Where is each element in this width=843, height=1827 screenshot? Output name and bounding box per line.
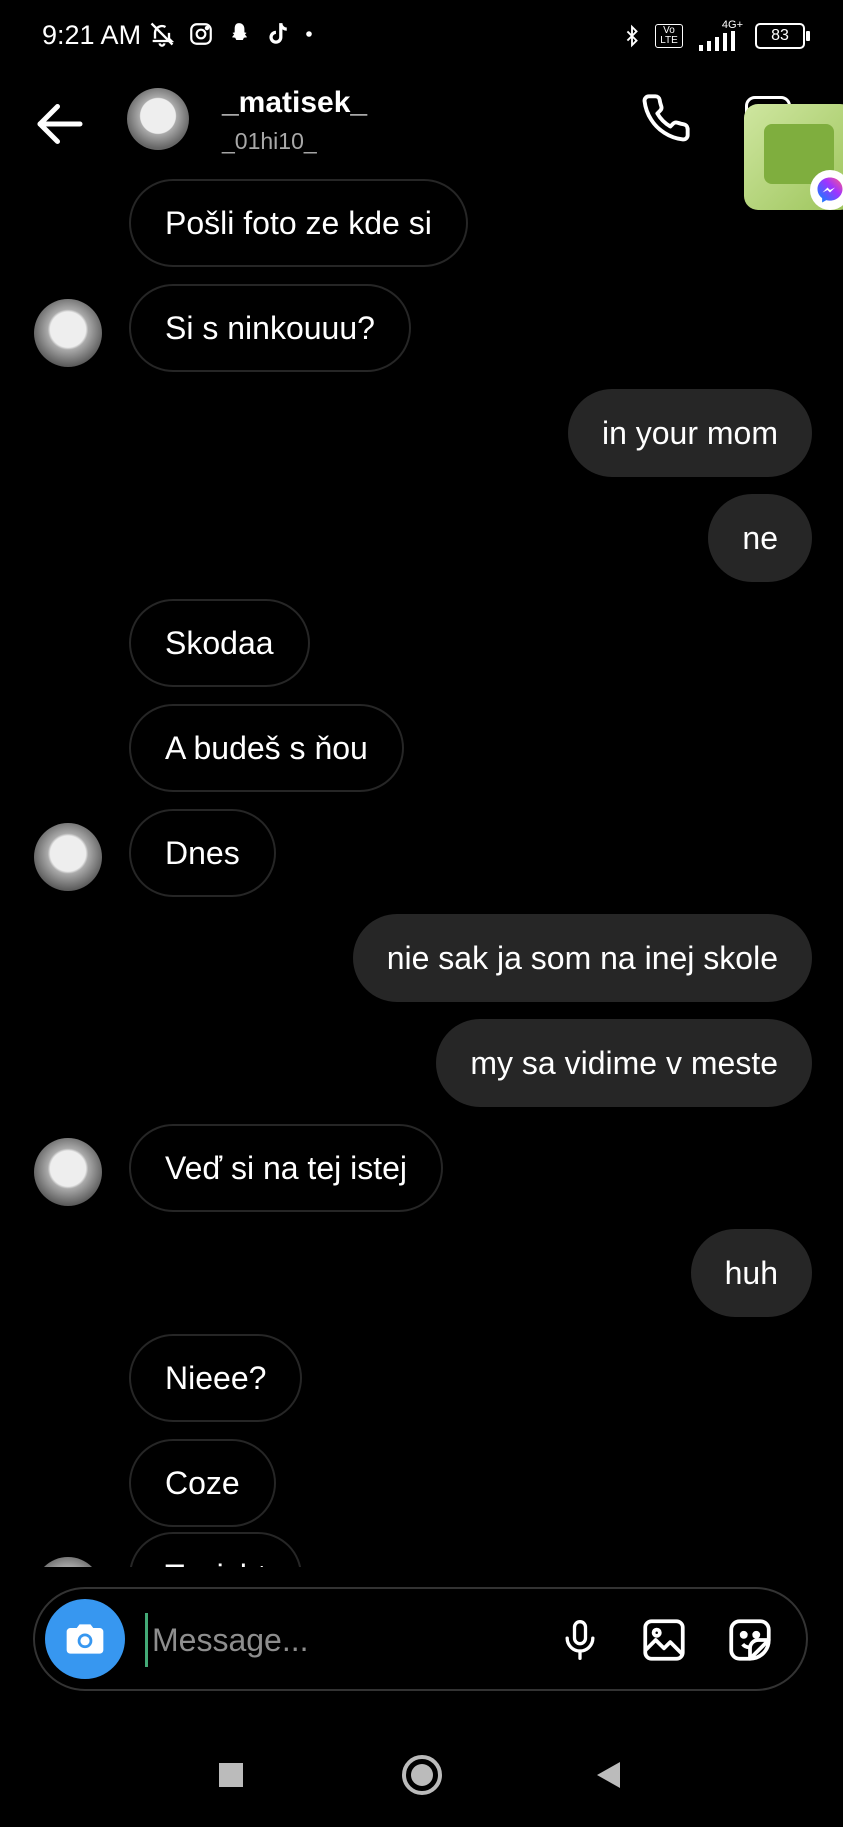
message-incoming[interactable]: Nieee? xyxy=(129,1334,303,1422)
message-incoming[interactable]: Veď si na tej istej xyxy=(129,1124,444,1212)
message-incoming[interactable]: Tonicht xyxy=(129,1532,303,1567)
recents-button[interactable] xyxy=(216,1760,246,1795)
square-icon xyxy=(219,1763,243,1787)
sticker-icon xyxy=(729,1619,771,1661)
message-outgoing[interactable]: my sa vidime v meste xyxy=(436,1019,812,1107)
dot-icon xyxy=(306,31,312,37)
message-incoming[interactable]: Si s ninkouuu? xyxy=(129,284,411,372)
message-incoming[interactable]: Skodaa xyxy=(129,599,310,687)
system-navigation-bar xyxy=(0,1740,843,1827)
sender-avatar[interactable] xyxy=(34,1557,102,1567)
back-button[interactable] xyxy=(30,94,90,154)
contact-handle[interactable]: _01hi10_ xyxy=(222,128,317,155)
microphone-icon xyxy=(565,1620,595,1660)
network-type: 4G+ xyxy=(721,19,743,31)
arrow-left-icon xyxy=(37,104,83,144)
circle-icon xyxy=(402,1755,442,1795)
triangle-back-icon xyxy=(597,1762,620,1788)
phone-icon xyxy=(642,94,690,142)
bell-off-icon xyxy=(150,22,175,47)
signal-icon xyxy=(699,31,735,51)
bluetooth-icon xyxy=(626,24,638,47)
image-icon xyxy=(643,1619,685,1661)
message-outgoing[interactable]: in your mom xyxy=(567,389,812,477)
message-composer xyxy=(33,1587,808,1691)
instagram-icon xyxy=(190,23,212,45)
message-incoming[interactable]: Coze xyxy=(129,1439,276,1527)
profile-avatar[interactable] xyxy=(127,88,189,150)
camera-icon xyxy=(66,1624,104,1654)
gallery-button[interactable] xyxy=(637,1613,691,1667)
volte-indicator: Vo LTE xyxy=(655,23,683,48)
message-incoming[interactable]: A budeš s ňou xyxy=(129,704,404,792)
message-input[interactable] xyxy=(145,1613,564,1667)
home-button[interactable] xyxy=(399,1752,445,1803)
message-incoming[interactable]: Pošli foto ze kde si xyxy=(129,179,468,267)
battery-indicator: 83 xyxy=(755,22,810,49)
snapchat-icon xyxy=(231,23,248,40)
contact-username[interactable]: _matisek_ xyxy=(222,86,367,120)
message-thread[interactable]: Pošli foto ze kde si Si s ninkouuu? in y… xyxy=(0,172,843,1567)
notification-icons xyxy=(148,20,316,48)
message-outgoing[interactable]: huh xyxy=(690,1229,812,1317)
sender-avatar[interactable] xyxy=(34,823,102,891)
sticker-button[interactable] xyxy=(723,1613,777,1667)
system-icons: Vo LTE 4G+ 83 xyxy=(621,20,810,51)
status-bar: 9:21 AM Vo LTE 4G+ 83 xyxy=(0,0,843,72)
sender-avatar[interactable] xyxy=(34,299,102,367)
status-time: 9:21 AM xyxy=(42,20,142,50)
back-nav-button[interactable] xyxy=(594,1760,624,1795)
message-incoming[interactable]: Dnes xyxy=(129,809,276,897)
message-outgoing[interactable]: nie sak ja som na inej skole xyxy=(352,914,812,1002)
chat-header: _matisek_ _01hi10_ xyxy=(0,72,843,172)
call-button[interactable] xyxy=(640,92,692,144)
camera-button[interactable] xyxy=(45,1599,125,1679)
sender-avatar[interactable] xyxy=(34,1138,102,1206)
voice-button[interactable] xyxy=(553,1613,607,1667)
tiktok-icon xyxy=(269,23,287,44)
network-indicator: 4G+ xyxy=(695,20,743,51)
message-outgoing[interactable]: ne xyxy=(708,494,812,582)
